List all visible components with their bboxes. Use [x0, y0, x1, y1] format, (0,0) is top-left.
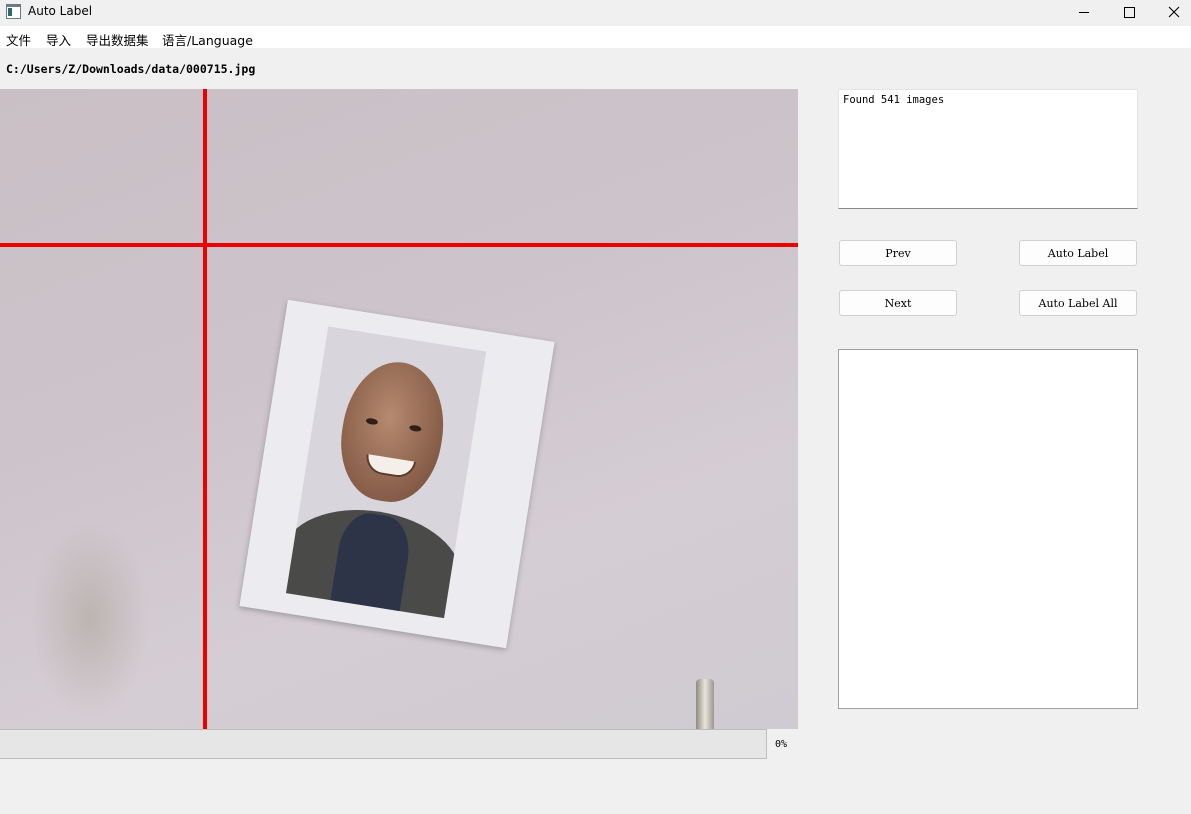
crosshair-horizontal-line: [0, 243, 798, 247]
progress-percent: 0%: [775, 739, 788, 750]
menu-bar: 文件 导入 导出数据集 语言/Language: [0, 26, 1191, 48]
image-canvas[interactable]: [0, 89, 798, 729]
menu-import[interactable]: 导入: [46, 30, 71, 49]
menu-export-dataset[interactable]: 导出数据集: [86, 30, 149, 49]
wall-object: [696, 679, 714, 729]
close-button[interactable]: [1151, 0, 1191, 24]
minimize-button[interactable]: [1061, 0, 1107, 24]
app-window: Auto Label 文件 导入 导出数据集 语言/Language C:/Us…: [0, 0, 1191, 814]
progress-bar: [0, 729, 767, 759]
face: [332, 354, 453, 509]
log-output[interactable]: Found 541 images: [838, 89, 1138, 209]
minimize-icon: [1079, 11, 1089, 13]
file-path-label: C:/Users/Z/Downloads/data/000715.jpg: [6, 62, 256, 76]
menu-language[interactable]: 语言/Language: [162, 30, 253, 49]
maximize-icon: [1123, 6, 1135, 18]
crosshair-vertical-line: [203, 89, 207, 729]
portrait-photo: [286, 326, 487, 619]
photo-print: [239, 299, 555, 649]
label-list[interactable]: [838, 349, 1138, 709]
close-icon: [1168, 6, 1180, 18]
next-button[interactable]: Next: [839, 290, 957, 316]
app-window-icon: [6, 4, 21, 19]
auto-label-all-button[interactable]: Auto Label All: [1019, 290, 1137, 316]
title-bar[interactable]: Auto Label: [0, 0, 1191, 26]
auto-label-button[interactable]: Auto Label: [1019, 240, 1137, 266]
window-title: Auto Label: [28, 4, 93, 18]
wall-stain: [30, 519, 150, 719]
prev-button[interactable]: Prev: [839, 240, 957, 266]
maximize-button[interactable]: [1106, 0, 1152, 24]
menu-file[interactable]: 文件: [6, 30, 31, 49]
